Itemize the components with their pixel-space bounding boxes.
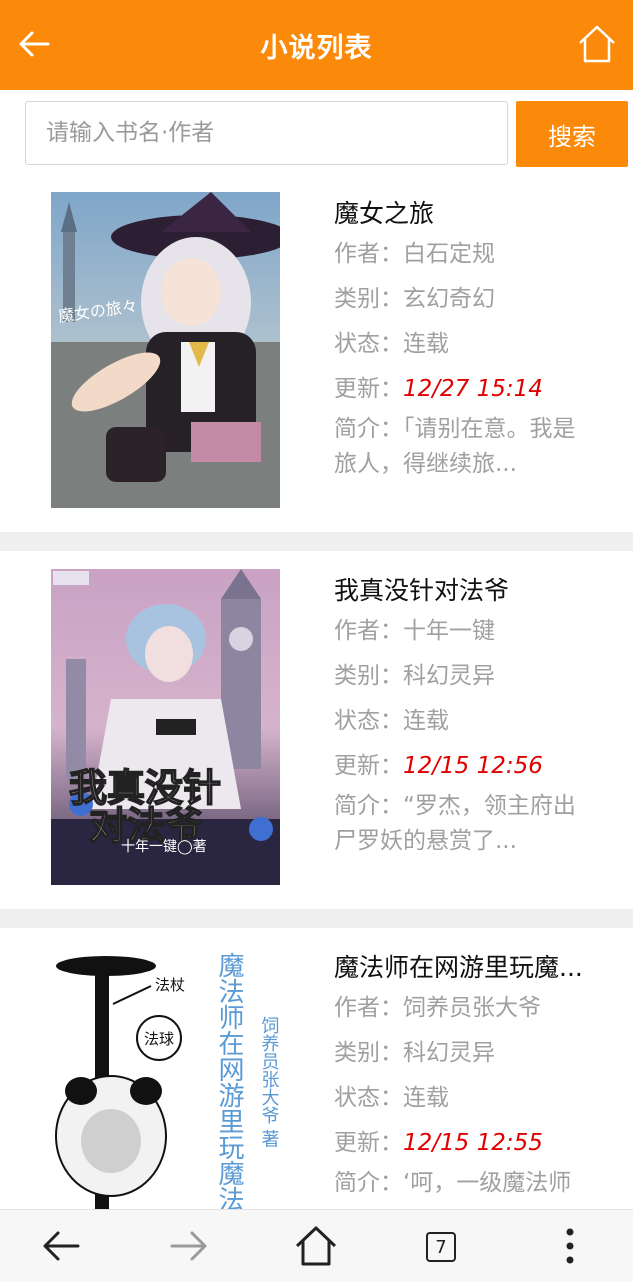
search-input[interactable] [25,101,508,165]
book-status: 状态：连载 [334,331,449,357]
book-category: 类别：科幻灵异 [334,663,495,689]
book-info: 魔女之旅 作者：白石定规 类别：玄幻奇幻 状态：连载 更新：12/27 15:1… [334,196,614,482]
book-intro: 简介：“罗杰，领主府出尸罗妖的悬赏了... [334,793,576,854]
book-title[interactable]: 我真没针对法爷 [334,573,596,609]
search-bar: 搜索 [0,90,633,174]
cover-orb-label: 法球 [144,1030,174,1048]
book-author: 作者：白石定规 [334,241,495,267]
book-cover-image[interactable]: 魔女の旅々 [51,192,280,508]
page-title: 小说列表 [260,32,373,64]
browser-back-icon[interactable] [38,1222,86,1270]
cover-title-text: 魔法师在网游里玩魔法 [214,952,244,1212]
book-updated: 更新：12/27 15:14 [334,376,543,402]
book-cover-image[interactable]: 我真没针 对法爷 十年一键◯著 [51,569,280,885]
book-status: 状态：连载 [334,1085,449,1111]
book-status: 状态：连载 [334,708,449,734]
book-author: 作者：十年一键 [334,618,495,644]
app-header: 小说列表 [0,0,633,90]
book-intro: 简介：‘呵，一级魔法师 [334,1170,572,1196]
book-card[interactable]: 魔女の旅々 魔女之旅 作者：白石定规 类别：玄幻奇幻 状态：连载 更新：12/2… [0,174,633,532]
browser-menu-icon[interactable] [546,1222,594,1270]
search-button[interactable]: 搜索 [516,101,628,167]
book-category: 类别：科幻灵异 [334,1040,495,1066]
book-title[interactable]: 魔女之旅 [334,196,596,232]
cover-author-text: 十年一键◯著 [121,839,207,855]
book-intro: 简介：「请别在意。我是旅人，得继续旅... [334,416,576,477]
book-title[interactable]: 魔法师在网游里玩魔... [334,950,596,986]
book-card[interactable]: 我真没针 对法爷 十年一键◯著 我真没针对法爷 作者：十年一键 类别：科幻灵异 … [0,551,633,909]
back-arrow-icon[interactable] [14,24,54,64]
book-category: 类别：玄幻奇幻 [334,286,495,312]
book-info: 我真没针对法爷 作者：十年一键 类别：科幻灵异 状态：连载 更新：12/15 1… [334,573,614,859]
book-updated: 更新：12/15 12:55 [334,1130,543,1156]
book-author: 作者：饲养员张大爷 [334,995,541,1021]
browser-tabs-count-icon[interactable]: 7 [426,1232,456,1262]
home-icon[interactable] [577,22,617,66]
book-info: 魔法师在网游里玩魔... 作者：饲养员张大爷 类别：科幻灵异 状态：连载 更新：… [334,950,614,1201]
browser-home-icon[interactable] [292,1222,340,1270]
cover-staff-label: 法杖 [155,976,185,994]
browser-bottom-bar: 7 [0,1209,633,1282]
browser-forward-icon[interactable] [164,1222,212,1270]
cover-author-text: 饲养员张大爷 著 [259,1016,280,1148]
book-updated: 更新：12/15 12:56 [334,753,543,779]
